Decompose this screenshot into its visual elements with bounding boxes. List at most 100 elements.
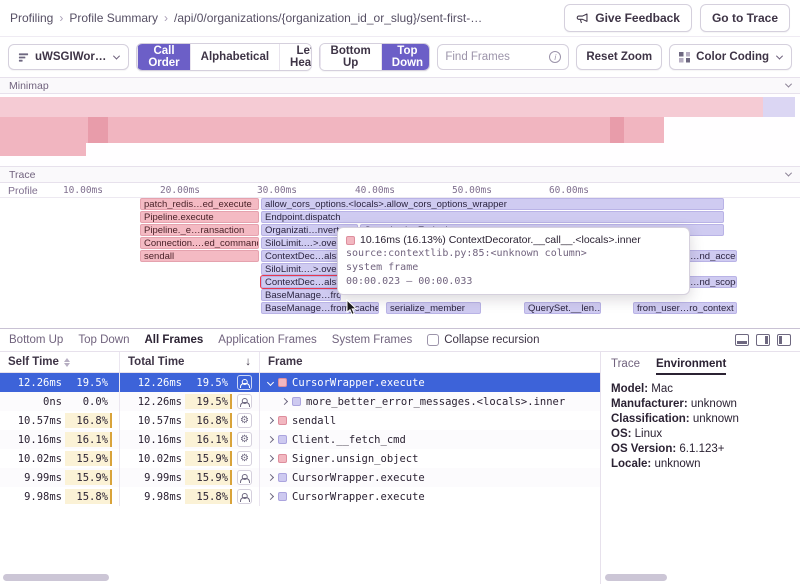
minimap-band — [0, 97, 795, 117]
sort-option-button[interactable]: Alphabetical — [190, 44, 279, 70]
expand-chevron-icon[interactable] — [281, 398, 288, 405]
minimap-title: Minimap — [9, 80, 49, 92]
give-feedback-label: Give Feedback — [595, 11, 680, 25]
breadcrumb-link[interactable]: Profile Summary — [69, 11, 158, 25]
dock-bottom-icon[interactable] — [735, 334, 749, 346]
table-body: 12.26ms 19.5% 12.26ms 19.5% — [0, 373, 600, 506]
frames-tab[interactable]: All Frames — [144, 334, 203, 346]
sort-option-button[interactable]: Left Heavy — [279, 44, 311, 70]
flame-frame[interactable]: Connection.…ed_command — [140, 237, 259, 249]
frame-color-swatch — [278, 416, 287, 425]
self-time-cell: 12.26ms 19.5% — [0, 373, 120, 392]
frame-type-icon — [237, 413, 252, 428]
flame-frame[interactable]: BaseManage…from_cache — [261, 302, 379, 314]
table-row[interactable]: 9.99ms 15.9% 9.99ms 15.9% — [0, 468, 600, 487]
self-time-cell: 10.57ms 16.8% — [0, 411, 120, 430]
self-pct: 15.9% — [65, 451, 112, 466]
table-row[interactable]: 0ns 0.0% 12.26ms 19.5% — [0, 392, 600, 411]
tooltip-frame-kind: system frame — [346, 261, 681, 275]
self-time-header[interactable]: Self Time — [0, 352, 120, 372]
megaphone-icon — [576, 12, 589, 25]
view-option-button[interactable]: Top Down — [381, 44, 431, 70]
give-feedback-button[interactable]: Give Feedback — [564, 4, 692, 32]
flame-frame[interactable]: patch_redis…ed_execute — [140, 198, 259, 210]
total-pct: 15.9% — [185, 470, 232, 485]
expand-chevron-icon[interactable] — [267, 436, 274, 443]
frame-type-icon — [237, 489, 252, 504]
flame-frame[interactable]: Pipeline._e…ransaction — [140, 224, 259, 236]
color-coding-button[interactable]: Color Coding — [669, 44, 792, 70]
flame-frame[interactable]: …nd_access — [686, 250, 737, 262]
minimap-band — [0, 143, 86, 156]
frames-tab[interactable]: Top Down — [78, 334, 129, 346]
sort-desc-icon: ↓ — [245, 356, 259, 368]
reset-zoom-button[interactable]: Reset Zoom — [576, 44, 662, 70]
self-pct: 16.8% — [65, 413, 112, 428]
thread-selector[interactable]: uWSGIWor… — [8, 44, 129, 70]
table-row[interactable]: 10.57ms 16.8% 10.57ms 16.8% — [0, 411, 600, 430]
flame-frame[interactable]: QuerySet.__len… — [524, 302, 601, 314]
flame-frame[interactable]: SiloLimit.…>.over — [261, 263, 341, 275]
table-row[interactable]: 12.26ms 19.5% 12.26ms 19.5% — [0, 373, 600, 392]
expand-chevron-icon[interactable] — [267, 493, 274, 500]
flame-frame[interactable]: allow_cors_options.<locals>.allow_cors_o… — [261, 198, 724, 210]
frames-tab[interactable]: System Frames — [332, 334, 413, 346]
breadcrumb-link[interactable]: /api/0/organizations/{organization_id_or… — [174, 11, 482, 25]
details-tabbar: Trace Environment — [601, 352, 800, 375]
flame-frame[interactable]: Endpoint.dispatch — [261, 211, 724, 223]
flame-frame[interactable]: Pipeline.execute — [140, 211, 259, 223]
minimap-header[interactable]: Minimap — [0, 77, 800, 94]
breadcrumb-link[interactable]: Profiling — [10, 11, 53, 25]
frame-color-swatch — [278, 454, 287, 463]
frame-header[interactable]: Frame — [260, 352, 600, 372]
reset-zoom-label: Reset Zoom — [586, 51, 652, 63]
expand-chevron-icon[interactable] — [267, 379, 274, 386]
frame-color-swatch — [278, 473, 287, 482]
flame-frame[interactable]: sendall — [140, 250, 259, 262]
color-coding-label: Color Coding — [696, 51, 769, 63]
frame-color-swatch — [346, 236, 355, 245]
self-pct: 16.1% — [65, 432, 112, 447]
frame-tooltip: 10.16ms (16.13%) ContextDecorator.__call… — [337, 227, 690, 295]
total-pct: 15.9% — [185, 451, 232, 466]
self-time-cell: 9.98ms 15.8% — [0, 487, 120, 506]
table-row[interactable]: 10.02ms 15.9% 10.02ms 15.9% — [0, 449, 600, 468]
expand-chevron-icon[interactable] — [267, 417, 274, 424]
frame-color-swatch — [278, 378, 287, 387]
total-time-cell: 9.99ms 15.9% — [120, 468, 260, 487]
horizontal-scrollbar[interactable] — [3, 574, 109, 581]
details-tab[interactable]: Trace — [611, 358, 640, 375]
collapse-recursion-checkbox[interactable]: Collapse recursion — [427, 334, 539, 346]
flame-frame[interactable]: ContextDec…als>.i… — [261, 276, 341, 288]
minimap-canvas[interactable] — [0, 94, 800, 166]
frame-color-swatch — [278, 435, 287, 444]
table-row[interactable]: 10.16ms 16.1% 10.16ms 16.1% — [0, 430, 600, 449]
chevron-down-icon — [113, 52, 120, 59]
horizontal-scrollbar[interactable] — [605, 574, 667, 581]
view-option-button[interactable]: Bottom Up — [320, 44, 381, 70]
search-input[interactable] — [445, 51, 544, 63]
flame-frame[interactable]: ContextDec…als>.i… — [261, 250, 341, 262]
go-to-trace-button[interactable]: Go to Trace — [700, 4, 790, 32]
frame-cell: CursorWrapper.execute — [260, 487, 600, 506]
frame-cell: Signer.unsign_object — [260, 449, 600, 468]
flame-frame[interactable]: SiloLimit.…>.over — [261, 237, 341, 249]
flame-frame[interactable]: BaseManage…from_c… — [261, 289, 341, 301]
dock-left-icon[interactable] — [777, 334, 791, 346]
frames-tab[interactable]: Bottom Up — [9, 334, 63, 346]
expand-chevron-icon[interactable] — [267, 455, 274, 462]
flame-frame[interactable]: …nd_scopes — [686, 276, 737, 288]
total-time-cell: 12.26ms 19.5% — [120, 373, 260, 392]
trace-header[interactable]: Trace — [0, 166, 800, 183]
total-time-header[interactable]: Total Time ↓ — [120, 352, 260, 372]
dock-right-icon[interactable] — [756, 334, 770, 346]
details-tab[interactable]: Environment — [656, 358, 726, 375]
tooltip-title: 10.16ms (16.13%) ContextDecorator.__call… — [346, 233, 681, 247]
table-row[interactable]: 9.98ms 15.8% 9.98ms 15.8% — [0, 487, 600, 506]
flame-frame[interactable]: from_user…ro_context — [633, 302, 737, 314]
flame-frame[interactable]: serialize_member — [386, 302, 481, 314]
expand-chevron-icon[interactable] — [267, 474, 274, 481]
frame-type-icon — [237, 432, 252, 447]
frames-tab[interactable]: Application Frames — [218, 334, 316, 346]
sort-option-button[interactable]: Call Order — [137, 44, 189, 70]
